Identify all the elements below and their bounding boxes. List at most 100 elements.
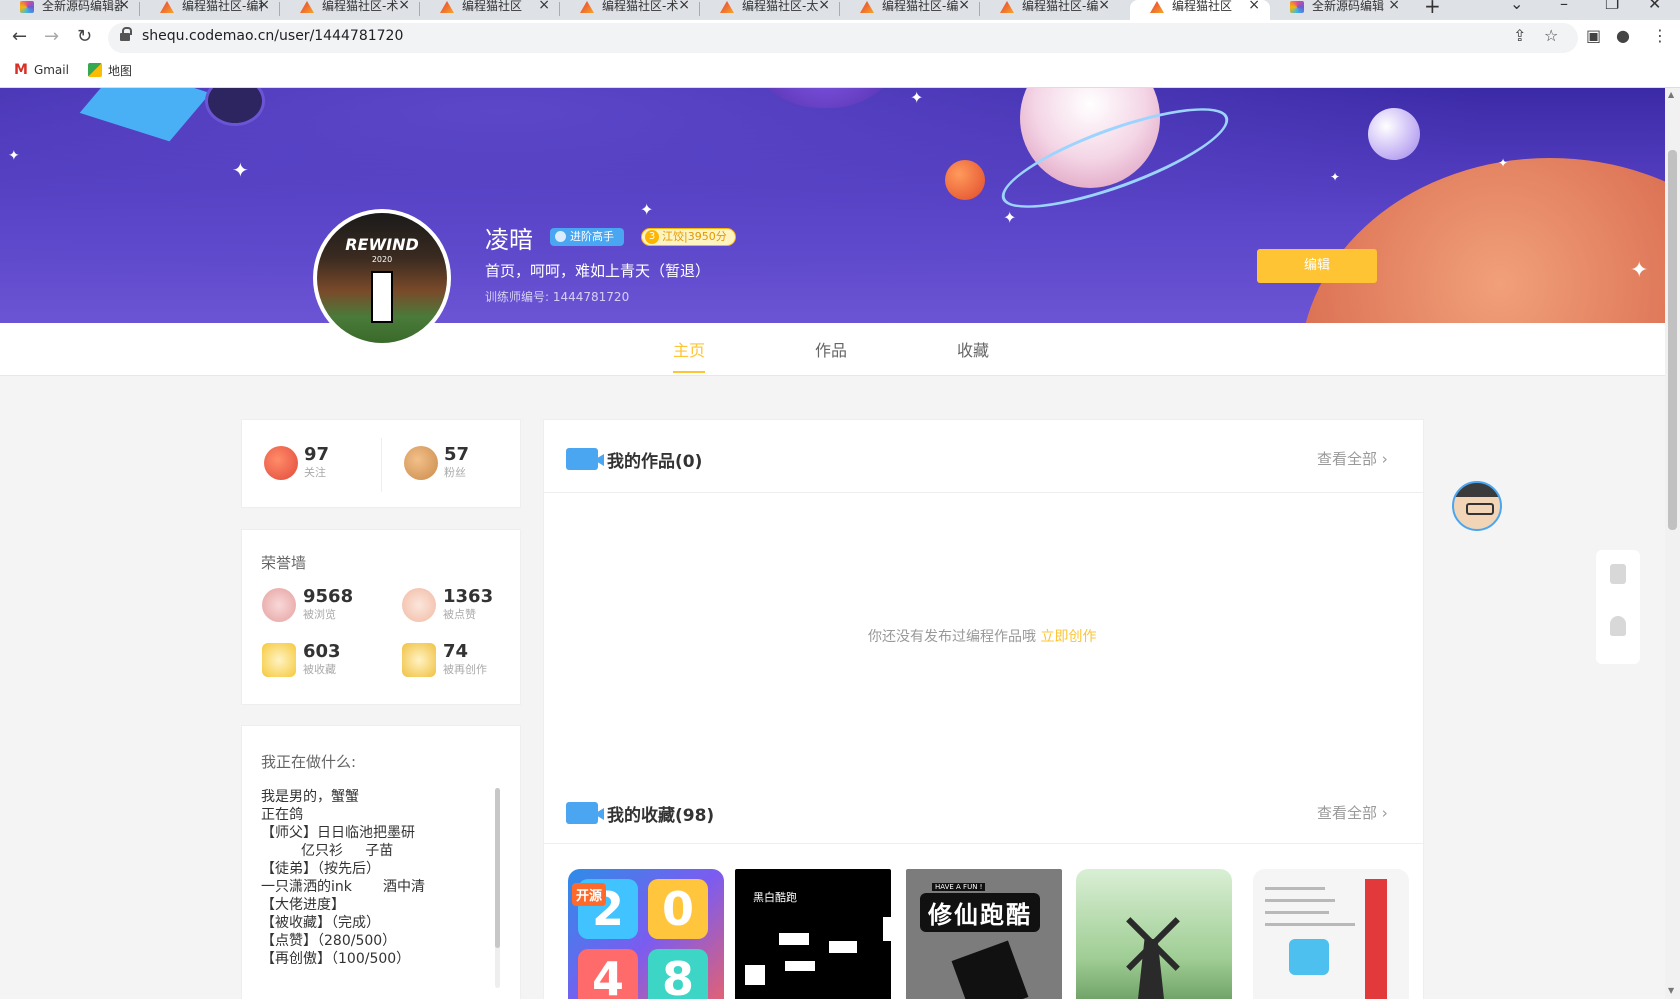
tab-favicon-icon [1000,1,1014,13]
browser-tab[interactable]: 编程猫社区-编 × [980,0,1120,20]
tab-close-icon[interactable]: × [398,0,410,13]
works-title: 我的作品(0) [607,452,703,472]
following-label[interactable]: 关注 [304,464,326,480]
address-bar[interactable]: shequ.codemao.cn/user/1444781720 ⇪ ☆ [108,23,1578,53]
avatar-image: REWIND 2020 [317,213,447,343]
tab-home[interactable]: 主页 [673,337,706,373]
star-decoration: ✦ [232,158,249,182]
browser-tab[interactable]: 编程猫社区-编 × [840,0,980,20]
browser-tab[interactable]: 编程猫社区-术 × [280,0,420,20]
tab-search-icon[interactable]: ⌄ [1510,0,1523,13]
collection-thumbnail[interactable]: 2 0 4 8 开源 [568,869,724,999]
new-tab-icon[interactable]: + [1424,0,1441,18]
tab-title: 编程猫社区 [1172,0,1233,13]
page-content: ✦ ✦ ✦ ✦ ✦ ✦ ✦ ✦ 凌暗 进阶高手 江饺|3950分 首页，呵呵，难… [0,88,1665,999]
planet-decoration [1300,158,1665,323]
scroll-thumb[interactable] [1668,150,1677,530]
browser-tab-active[interactable]: 编程猫社区 × [1130,0,1270,20]
tab-close-icon[interactable]: × [118,0,130,13]
doing-card: 我正在做什么: 我是男的，蟹蟹 正在鸽 【师父】日日临池把墨研 亿只衫 子苗 【… [241,725,521,999]
create-now-link[interactable]: 立即创作 [1040,629,1096,645]
shape [829,941,857,953]
profile-icon[interactable]: ● [1616,26,1630,45]
tab-favicon-icon [440,1,454,13]
mobile-icon[interactable] [1610,564,1626,584]
tab-close-icon[interactable]: × [678,0,690,13]
profile-nav: 主页 作品 收藏 [0,323,1665,376]
floating-user-avatar[interactable] [1452,481,1502,531]
tab-favicon-icon [860,1,874,13]
browser-tab[interactable]: 全新源码编辑器 × [0,0,140,20]
restore-icon[interactable]: ❐ [1605,0,1619,13]
tab-favicon-icon [1150,1,1164,13]
reload-icon[interactable]: ↻ [77,26,92,47]
tab-close-icon[interactable]: × [958,0,970,13]
collection-thumbnail[interactable]: 黑白酷跑 [735,869,891,999]
tile-digit: 8 [648,949,708,999]
gmail-icon: M [14,62,28,78]
tab-close-icon[interactable]: × [1248,0,1260,13]
tab-title: 编程猫社区 [462,0,523,13]
qq-icon[interactable] [1610,616,1626,636]
shape [779,933,809,945]
fans-label[interactable]: 粉丝 [444,464,466,480]
menu-icon[interactable]: ⋮ [1652,26,1668,45]
collections-view-all-link[interactable]: 查看全部 › [1317,802,1388,823]
profile-avatar[interactable]: REWIND 2020 [313,209,451,347]
bookmark-star-icon[interactable]: ☆ [1544,26,1558,45]
honor-wall-title: 荣誉墙 [261,554,307,572]
works-view-all-link[interactable]: 查看全部 › [1317,448,1388,469]
browser-toolbar: ← → ↻ shequ.codemao.cn/user/1444781720 ⇪… [0,20,1680,56]
tab-close-icon[interactable]: × [258,0,270,13]
profile-banner: ✦ ✦ ✦ ✦ ✦ ✦ ✦ ✦ 凌暗 进阶高手 江饺|3950分 首页，呵呵，难… [0,88,1665,323]
rank-badge[interactable]: 江饺|3950分 [641,228,736,246]
browser-tab[interactable]: 编程猫社区-术 × [560,0,700,20]
minimize-icon[interactable]: – [1560,0,1568,13]
view-all-label: 查看全部 [1317,804,1378,822]
edit-profile-button[interactable]: 编辑 [1257,249,1377,283]
side-panel-icon[interactable]: ▣ [1586,26,1601,45]
following-count[interactable]: 97 [304,444,329,465]
bookmark-gmail[interactable]: M Gmail [14,62,69,78]
tab-favicon-icon [1290,1,1304,13]
tab-works[interactable]: 作品 [815,337,847,361]
shape [883,917,891,941]
view-all-label: 查看全部 [1317,450,1378,468]
collection-thumbnail[interactable] [1253,869,1409,999]
bookmark-maps[interactable]: 地图 [88,62,132,79]
forward-icon[interactable]: → [44,26,59,47]
scroll-down-icon[interactable]: ▼ [1668,986,1674,995]
tab-close-icon[interactable]: × [538,0,550,13]
favorites-count: 603 [303,641,341,662]
tab-title: 全新源码编辑 [1312,0,1385,13]
share-icon[interactable]: ⇪ [1513,26,1526,45]
star-decoration: ✦ [910,88,924,107]
scroll-up-icon[interactable]: ▲ [1668,90,1674,99]
back-icon[interactable]: ← [12,26,27,47]
tab-close-icon[interactable]: × [1098,0,1110,13]
fans-count[interactable]: 57 [444,444,469,465]
browser-tab-strip: 全新源码编辑器 × 编程猫社区-编程 × 编程猫社区-术 × 编程猫社区 × 编… [0,0,1680,20]
tab-title: 编程猫社区-太 [742,0,819,13]
page-scrollbar[interactable]: ▲ ▼ [1665,88,1680,999]
doing-scrollbar[interactable] [495,788,500,988]
browser-tab[interactable]: 编程猫社区-编程 × [140,0,280,20]
collection-thumbnail[interactable]: HAVE A FUN ! 修仙跑酷 [906,869,1062,999]
browser-tab[interactable]: 全新源码编辑 × [1270,0,1410,20]
planet-decoration [740,88,910,108]
level-badge[interactable]: 进阶高手 [550,228,624,246]
close-window-icon[interactable]: ✕ [1648,0,1661,13]
collection-thumbnail[interactable] [1076,869,1232,999]
open-source-tag: 开源 [572,883,607,906]
tab-collections[interactable]: 收藏 [957,337,989,361]
tab-favicon-icon [720,1,734,13]
lock-icon [120,27,132,43]
views-icon [262,588,296,622]
collections-title: 我的收藏(98) [607,806,715,826]
browser-tab[interactable]: 编程猫社区 × [420,0,560,20]
planet-decoration [945,160,985,200]
tab-close-icon[interactable]: × [1388,0,1400,13]
browser-tab[interactable]: 编程猫社区-太 × [700,0,840,20]
tab-close-icon[interactable]: × [818,0,830,13]
planet-decoration [1368,108,1420,160]
